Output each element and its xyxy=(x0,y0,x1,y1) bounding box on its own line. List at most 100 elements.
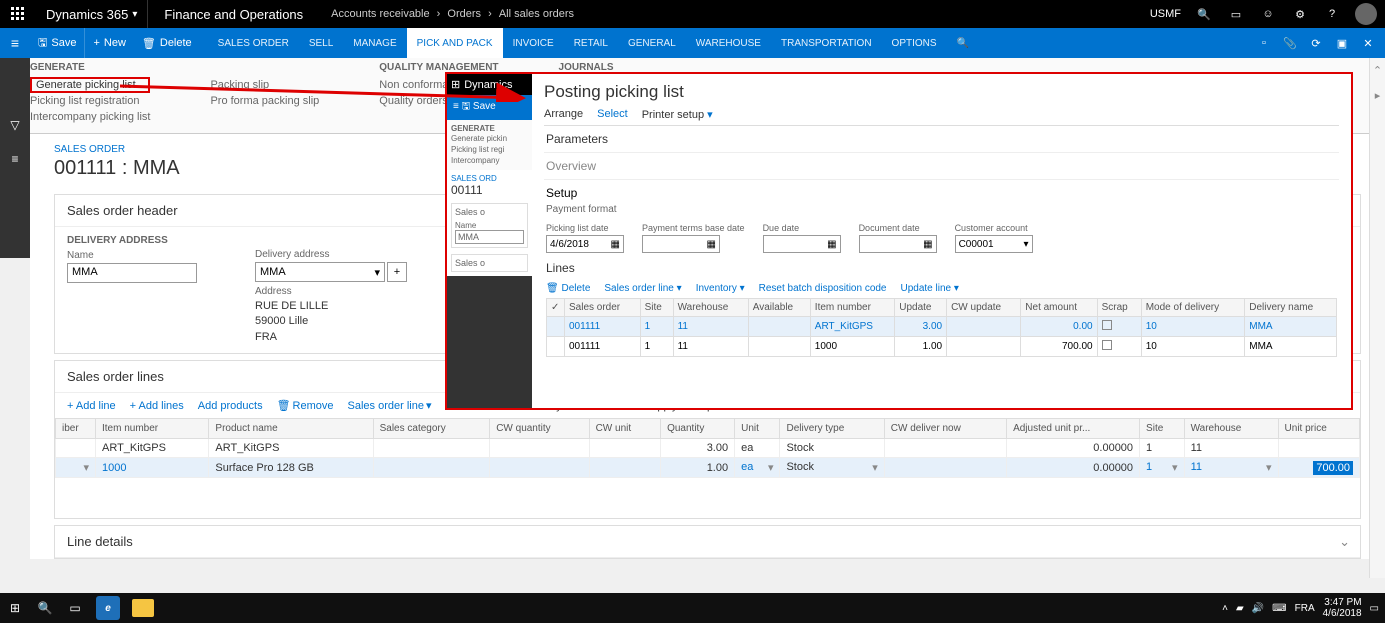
col-cw-quantity[interactable]: CW quantity xyxy=(490,419,589,439)
printer-setup-tab[interactable]: Printer setup ▾ xyxy=(642,108,713,121)
scrap-checkbox[interactable] xyxy=(1102,320,1112,330)
arrange-tab[interactable]: Arrange xyxy=(544,108,583,121)
col-unit[interactable]: Unit xyxy=(735,419,780,439)
add-lines-button[interactable]: + Add lines xyxy=(130,400,184,412)
start-icon[interactable]: ⊞ xyxy=(6,601,24,615)
col-delivery-type[interactable]: Delivery type xyxy=(780,419,884,439)
payment-terms-date-input[interactable]: ▦ xyxy=(642,235,720,253)
attach-icon[interactable]: 📎 xyxy=(1281,37,1299,50)
intercompany-picking-list-link[interactable]: Intercompany picking list xyxy=(30,109,150,125)
hamburger-icon[interactable]: ≡ xyxy=(0,35,30,51)
network-icon[interactable]: ▰ xyxy=(1236,603,1244,614)
save-button[interactable]: 🖫 Save xyxy=(30,28,85,58)
notifications-icon[interactable]: ▭ xyxy=(1370,603,1379,614)
col-iber[interactable]: iber xyxy=(56,419,96,439)
col-sales-category[interactable]: Sales category xyxy=(373,419,490,439)
col-site[interactable]: Site xyxy=(1140,419,1185,439)
picking-list-date-input[interactable]: 4/6/2018▦ xyxy=(546,235,624,253)
tab-invoice[interactable]: INVOICE xyxy=(503,28,564,58)
sales-order-line-menu[interactable]: Sales order line ▾ xyxy=(348,399,432,412)
due-date-input[interactable]: ▦ xyxy=(763,235,841,253)
help-icon[interactable]: ? xyxy=(1323,5,1341,23)
add-address-button[interactable]: + xyxy=(387,262,407,282)
table-row[interactable]: 001111 1 11 ART_KitGPS 3.00 0.00 10 MMA xyxy=(547,317,1337,337)
overview-section[interactable]: Overview xyxy=(544,153,1339,180)
parameters-section[interactable]: Parameters xyxy=(544,126,1339,153)
chevron-up-icon[interactable]: ⌃ xyxy=(1373,64,1382,77)
delete-button[interactable]: 🗑 Delete xyxy=(134,28,200,58)
tab-sell[interactable]: SELL xyxy=(299,28,343,58)
col-adjusted-price[interactable]: Adjusted unit pr... xyxy=(1007,419,1140,439)
add-line-button[interactable]: + Add line xyxy=(67,400,116,412)
language-indicator[interactable]: FRA xyxy=(1295,603,1315,614)
popout-icon[interactable]: ▣ xyxy=(1333,37,1351,50)
keyboard-icon[interactable]: ⌨ xyxy=(1272,603,1286,614)
new-button[interactable]: + New xyxy=(85,28,133,58)
customer-account-label: Customer account xyxy=(955,223,1033,233)
tab-warehouse[interactable]: WAREHOUSE xyxy=(686,28,771,58)
search-icon[interactable]: 🔍 xyxy=(1195,5,1213,23)
add-products-button[interactable]: Add products xyxy=(198,400,263,412)
filter-icon[interactable]: ▽ xyxy=(10,118,19,132)
close-icon[interactable]: ✕ xyxy=(1359,37,1377,50)
breadcrumb[interactable]: Accounts receivable › Orders › All sales… xyxy=(319,8,578,20)
remove-button[interactable]: 🗑 Remove xyxy=(277,399,334,412)
delivery-address-select[interactable]: MMA▾ xyxy=(255,262,385,282)
avatar[interactable] xyxy=(1355,3,1377,25)
table-row[interactable]: ▾ 1000 Surface Pro 128 GB 1.00 ea▾ Stock… xyxy=(56,458,1360,478)
search-tab-icon[interactable]: 🔍 xyxy=(947,28,979,58)
col-product-name[interactable]: Product name xyxy=(209,419,373,439)
smile-icon[interactable]: ☺ xyxy=(1259,5,1277,23)
overlay-lines-grid[interactable]: ✓ Sales order Site Warehouse Available I… xyxy=(546,298,1337,357)
col-cw-deliver-now[interactable]: CW deliver now xyxy=(884,419,1006,439)
chevron-down-icon: ▾ xyxy=(1024,239,1029,250)
select-tab[interactable]: Select xyxy=(597,108,628,121)
customer-account-select[interactable]: C00001▾ xyxy=(955,235,1033,253)
order-lines-grid[interactable]: iber Item number Product name Sales cate… xyxy=(55,418,1360,478)
refresh-icon[interactable]: ⟳ xyxy=(1307,37,1325,50)
scrap-checkbox[interactable] xyxy=(1102,340,1112,350)
apps-icon[interactable] xyxy=(8,4,28,24)
name-input[interactable]: MMA xyxy=(67,263,197,283)
tray-chevron-icon[interactable]: ˄ xyxy=(1222,603,1228,614)
tab-manage[interactable]: MANAGE xyxy=(343,28,406,58)
generate-picking-list-link[interactable]: Generate picking list xyxy=(30,77,150,93)
col-quantity[interactable]: Quantity xyxy=(661,419,735,439)
col-warehouse[interactable]: Warehouse xyxy=(1184,419,1278,439)
col-unit-price[interactable]: Unit price xyxy=(1278,419,1359,439)
tab-general[interactable]: GENERAL xyxy=(618,28,686,58)
overlay-sales-order-line-menu[interactable]: Sales order line ▾ xyxy=(604,283,681,294)
list-icon[interactable]: ≡ xyxy=(11,152,18,166)
overlay-reset-batch-button[interactable]: Reset batch disposition code xyxy=(759,283,887,294)
col-item-number[interactable]: Item number xyxy=(96,419,209,439)
related-info-icon[interactable]: ▸ xyxy=(1375,89,1381,102)
picking-list-registration-link[interactable]: Picking list registration xyxy=(30,93,150,109)
tab-transportation[interactable]: TRANSPORTATION xyxy=(771,28,882,58)
office-icon[interactable]: ▫ xyxy=(1255,37,1273,49)
messages-icon[interactable]: ▭ xyxy=(1227,5,1245,23)
gear-icon[interactable]: ⚙ xyxy=(1291,5,1309,23)
chevron-down-icon[interactable]: ⌄ xyxy=(1339,534,1350,550)
ie-icon[interactable]: e xyxy=(96,596,120,620)
overlay-inventory-menu[interactable]: Inventory ▾ xyxy=(696,283,745,294)
overlay-update-line-menu[interactable]: Update line ▾ xyxy=(901,283,959,294)
table-row[interactable]: 001111 1 11 1000 1.00 700.00 10 MMA xyxy=(547,337,1337,357)
document-date-input[interactable]: ▦ xyxy=(859,235,937,253)
col-cw-unit[interactable]: CW unit xyxy=(589,419,661,439)
tab-retail[interactable]: RETAIL xyxy=(564,28,618,58)
tab-sales-order[interactable]: SALES ORDER xyxy=(208,28,299,58)
explorer-icon[interactable] xyxy=(132,599,154,617)
clock[interactable]: 3:47 PM 4/6/2018 xyxy=(1323,597,1362,619)
volume-icon[interactable]: 🔊 xyxy=(1252,603,1264,614)
proforma-packing-slip-link[interactable]: Pro forma packing slip xyxy=(210,93,319,109)
packing-slip-link[interactable]: Packing slip xyxy=(210,77,319,93)
tab-pick-and-pack[interactable]: PICK AND PACK xyxy=(407,28,503,58)
company-label[interactable]: USMF xyxy=(1150,8,1181,20)
search-icon[interactable]: 🔍 xyxy=(36,601,54,615)
chevron-down-icon[interactable]: ▾ xyxy=(83,461,89,474)
tab-options[interactable]: OPTIONS xyxy=(882,28,947,58)
table-row[interactable]: ART_KitGPS ART_KitGPS 3.00 ea Stock 0.00… xyxy=(56,439,1360,458)
overlay-delete-button[interactable]: 🗑 Delete xyxy=(546,283,590,294)
task-view-icon[interactable]: ▭ xyxy=(66,601,84,615)
brand-menu[interactable]: Dynamics 365▾ xyxy=(36,0,148,28)
